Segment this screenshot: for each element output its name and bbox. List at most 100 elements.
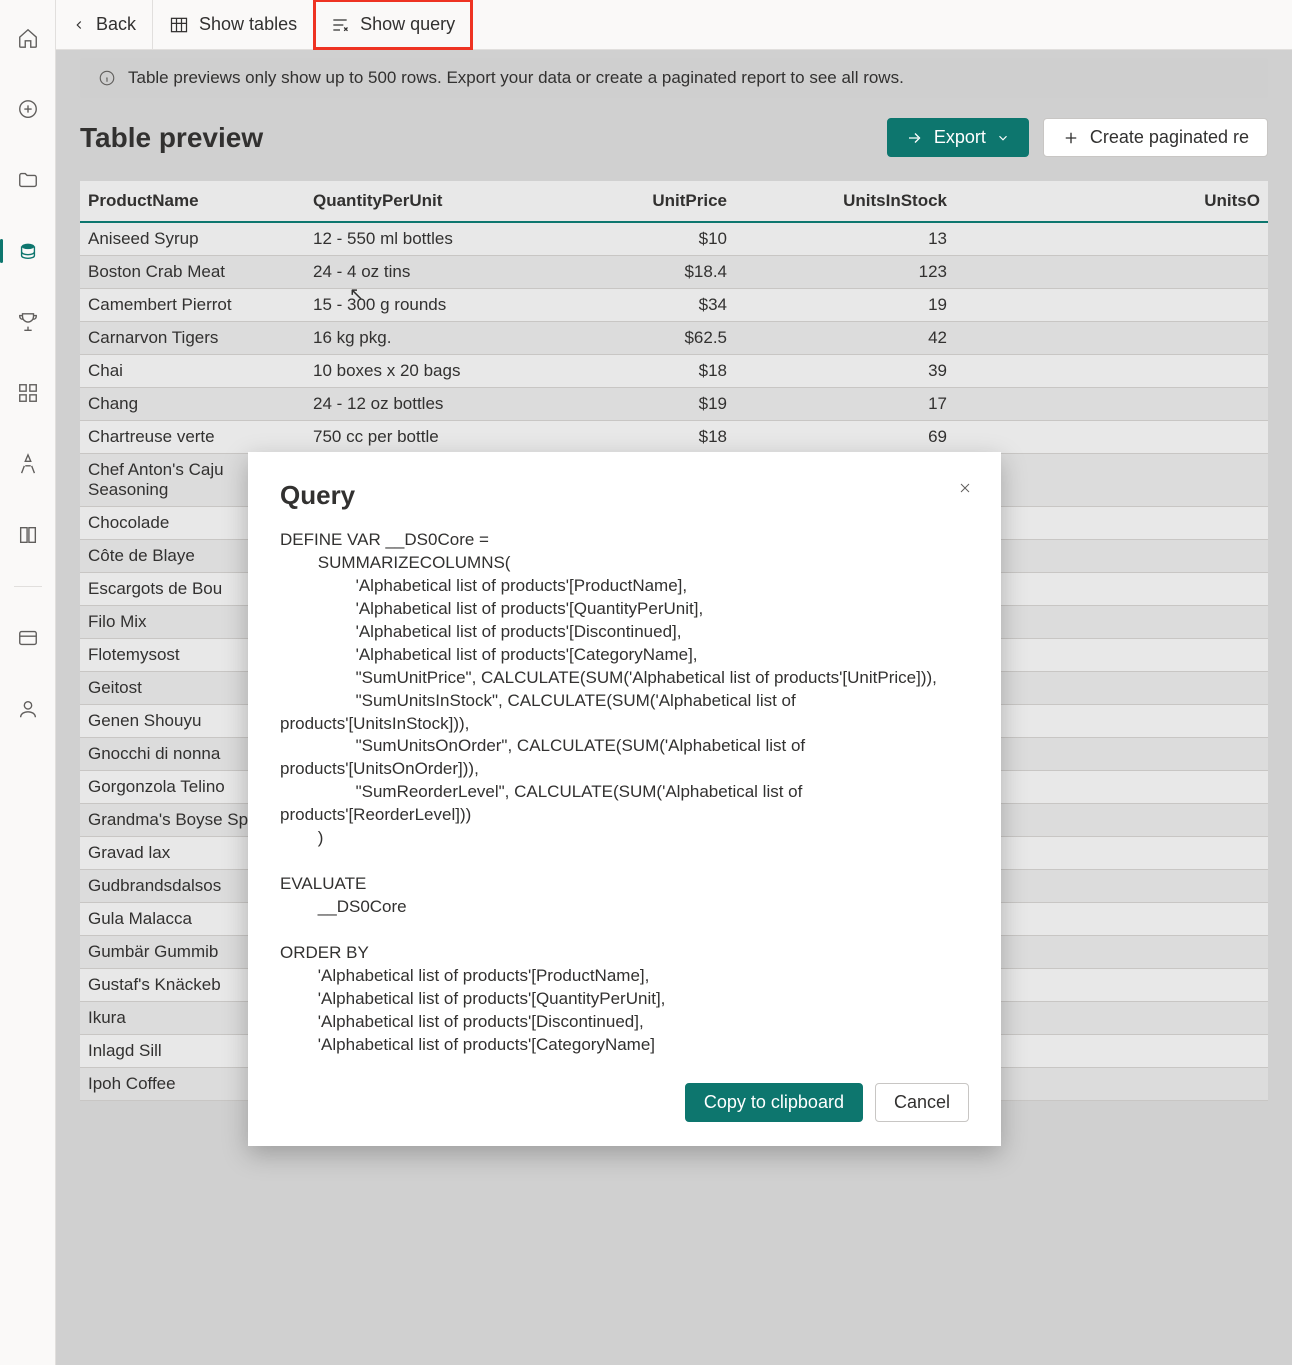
cell-onorder	[955, 639, 1268, 672]
info-banner-text: Table previews only show up to 500 rows.…	[128, 68, 904, 88]
sidebar-workspaces[interactable]	[8, 618, 48, 658]
col-unitprice[interactable]: UnitPrice	[535, 181, 735, 222]
cell-stock: 42	[735, 322, 955, 355]
cell-qpu: 12 - 550 ml bottles	[305, 222, 535, 256]
table-header-row: ProductName QuantityPerUnit UnitPrice Un…	[80, 181, 1268, 222]
cell-productname: Boston Crab Meat	[80, 256, 305, 289]
cell-stock: 17	[735, 388, 955, 421]
query-dialog: Query DEFINE VAR __DS0Core = SUMMARIZECO…	[248, 452, 1001, 1146]
col-quantityperunit[interactable]: QuantityPerUnit	[305, 181, 535, 222]
sidebar	[0, 0, 56, 1365]
cell-qpu: 24 - 12 oz bottles	[305, 388, 535, 421]
toolbar: Back Show tables Show query	[56, 0, 1292, 50]
show-query-label: Show query	[360, 14, 455, 35]
chevron-down-icon	[996, 131, 1010, 145]
cell-stock: 39	[735, 355, 955, 388]
cell-price: $34	[535, 289, 735, 322]
info-icon	[98, 69, 116, 87]
dialog-actions: Copy to clipboard Cancel	[280, 1083, 969, 1122]
cell-productname: Chai	[80, 355, 305, 388]
col-unitsinstock[interactable]: UnitsInStock	[735, 181, 955, 222]
cell-onorder	[955, 804, 1268, 837]
cell-onorder	[955, 672, 1268, 705]
cell-qpu: 10 boxes x 20 bags	[305, 355, 535, 388]
cell-onorder	[955, 289, 1268, 322]
cell-onorder	[955, 1002, 1268, 1035]
sidebar-browse[interactable]	[8, 160, 48, 200]
cell-price: $62.5	[535, 322, 735, 355]
back-label: Back	[96, 14, 136, 35]
cell-price: $18	[535, 355, 735, 388]
cancel-label: Cancel	[894, 1092, 950, 1113]
cell-stock: 123	[735, 256, 955, 289]
table-row[interactable]: Camembert Pierrot15 - 300 g rounds$3419	[80, 289, 1268, 322]
dialog-close-button[interactable]	[953, 476, 977, 500]
cell-onorder	[955, 903, 1268, 936]
cell-stock: 69	[735, 421, 955, 454]
cell-onorder	[955, 771, 1268, 804]
copy-label: Copy to clipboard	[704, 1092, 844, 1113]
cell-productname: Chang	[80, 388, 305, 421]
sidebar-data-hub[interactable]	[8, 231, 48, 271]
info-banner: Table previews only show up to 500 rows.…	[80, 58, 1268, 98]
cell-onorder	[955, 705, 1268, 738]
cell-onorder	[955, 1068, 1268, 1101]
cell-stock: 13	[735, 222, 955, 256]
cell-onorder	[955, 322, 1268, 355]
cell-qpu: 16 kg pkg.	[305, 322, 535, 355]
cell-price: $18	[535, 421, 735, 454]
cell-onorder	[955, 540, 1268, 573]
table-row[interactable]: Boston Crab Meat24 - 4 oz tins$18.4123	[80, 256, 1268, 289]
cell-onorder	[955, 421, 1268, 454]
table-row[interactable]: Carnarvon Tigers16 kg pkg.$62.542	[80, 322, 1268, 355]
cell-productname: Chartreuse verte	[80, 421, 305, 454]
sidebar-home[interactable]	[8, 18, 48, 58]
sidebar-metrics[interactable]	[8, 302, 48, 342]
cell-onorder	[955, 256, 1268, 289]
copy-to-clipboard-button[interactable]: Copy to clipboard	[685, 1083, 863, 1122]
cell-onorder	[955, 355, 1268, 388]
cell-stock: 19	[735, 289, 955, 322]
cell-onorder	[955, 738, 1268, 771]
cell-onorder	[955, 837, 1268, 870]
cell-productname: Aniseed Syrup	[80, 222, 305, 256]
create-paginated-label: Create paginated re	[1090, 127, 1249, 148]
sidebar-learn[interactable]	[8, 515, 48, 555]
cell-price: $19	[535, 388, 735, 421]
export-label: Export	[934, 127, 986, 148]
cell-onorder	[955, 222, 1268, 256]
cell-onorder	[955, 573, 1268, 606]
header-row: Table preview Export Create paginated re	[80, 118, 1268, 157]
cell-price: $18.4	[535, 256, 735, 289]
show-tables-label: Show tables	[199, 14, 297, 35]
cell-onorder	[955, 870, 1268, 903]
sidebar-apps[interactable]	[8, 373, 48, 413]
sidebar-create[interactable]	[8, 89, 48, 129]
table-row[interactable]: Aniseed Syrup12 - 550 ml bottles$1013	[80, 222, 1268, 256]
col-unitsonorder[interactable]: UnitsO	[955, 181, 1268, 222]
sidebar-deploy[interactable]	[8, 444, 48, 484]
cell-productname: Camembert Pierrot	[80, 289, 305, 322]
header-actions: Export Create paginated re	[887, 118, 1268, 157]
cell-qpu: 15 - 300 g rounds	[305, 289, 535, 322]
table-row[interactable]: Chai10 boxes x 20 bags$1839	[80, 355, 1268, 388]
col-productname[interactable]: ProductName	[80, 181, 305, 222]
table-row[interactable]: Chang24 - 12 oz bottles$1917	[80, 388, 1268, 421]
show-tables-button[interactable]: Show tables	[153, 0, 314, 49]
show-query-button[interactable]: Show query	[314, 0, 472, 49]
cell-qpu: 750 cc per bottle	[305, 421, 535, 454]
sidebar-profile[interactable]	[8, 689, 48, 729]
cell-onorder	[955, 936, 1268, 969]
back-button[interactable]: Back	[56, 0, 153, 49]
cell-onorder	[955, 454, 1268, 507]
page-title: Table preview	[80, 122, 263, 154]
table-row[interactable]: Chartreuse verte750 cc per bottle$1869	[80, 421, 1268, 454]
cell-onorder	[955, 969, 1268, 1002]
cell-onorder	[955, 606, 1268, 639]
close-icon	[957, 480, 973, 496]
query-text[interactable]: DEFINE VAR __DS0Core = SUMMARIZECOLUMNS(…	[280, 529, 969, 1057]
cancel-button[interactable]: Cancel	[875, 1083, 969, 1122]
create-paginated-button[interactable]: Create paginated re	[1043, 118, 1268, 157]
export-button[interactable]: Export	[887, 118, 1029, 157]
export-icon	[906, 129, 924, 147]
